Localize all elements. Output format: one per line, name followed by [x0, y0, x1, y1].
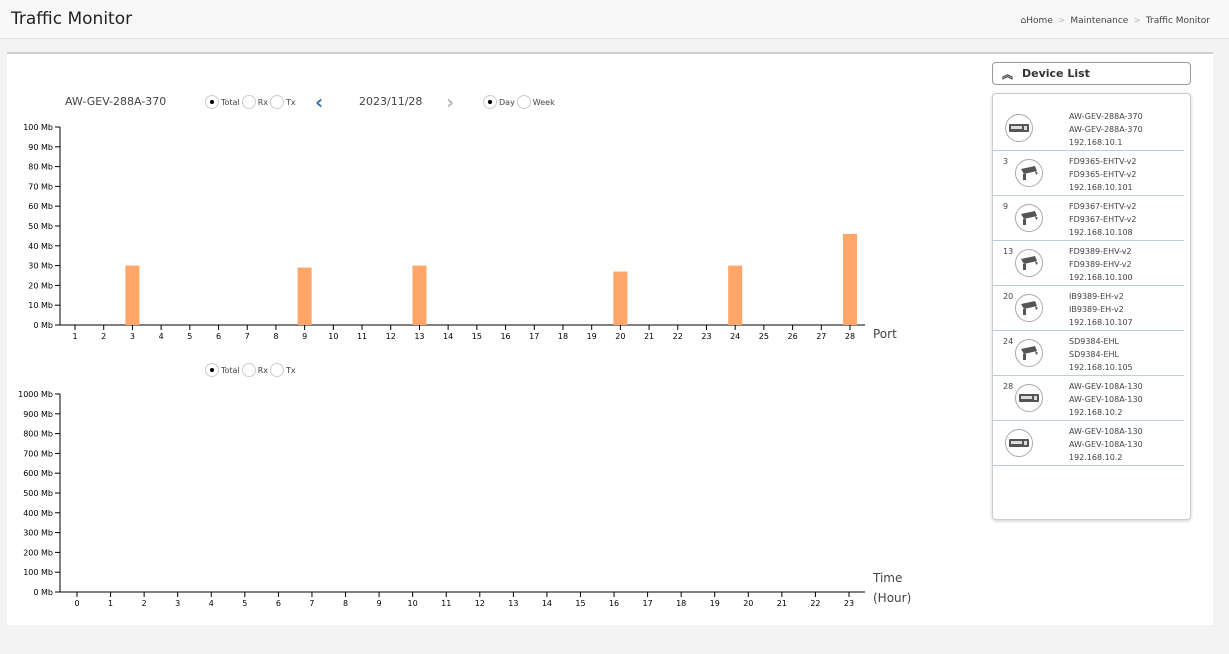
device-list-item[interactable]: 13 FD9389-EHV-v2 FD9389-EHV-v2 192.168.10.…	[993, 241, 1184, 286]
switch-icon	[1005, 429, 1033, 457]
device-list-item[interactable]: 3 FD9365-EHTV-v2 FD9365-EHTV-v2 192.168.10…	[993, 151, 1184, 196]
device-name: FD9389-EHV-v2	[1069, 260, 1132, 269]
device-name: AW-GEV-108A-130	[1069, 440, 1143, 449]
camera-icon	[1015, 294, 1043, 322]
device-name: SD9384-EHL	[1069, 350, 1120, 359]
device-model: AW-GEV-108A-130	[1069, 427, 1143, 436]
device-name: AW-GEV-288A-370	[1069, 125, 1143, 134]
device-port: 28	[1003, 382, 1014, 391]
device-list-item[interactable]: 20 IB9389-EH-v2 IB9389-EH-v2 192.168.10.10…	[993, 286, 1184, 331]
device-list: AW-GEV-288A-370 AW-GEV-288A-370 192.168.10…	[992, 93, 1191, 520]
breadcrumb: ⌂Home > Maintenance > Traffic Monitor	[1020, 16, 1210, 26]
device-list-item[interactable]: AW-GEV-108A-130 AW-GEV-108A-130 192.168.10…	[993, 421, 1184, 466]
device-port: 13	[1003, 247, 1014, 256]
breadcrumb-maintenance[interactable]: Maintenance	[1070, 16, 1128, 26]
device-list-item[interactable]: 9 FD9367-EHTV-v2 FD9367-EHTV-v2 192.168.10…	[993, 196, 1184, 241]
device-list-toggle[interactable]: ︽ Device List	[992, 62, 1191, 85]
period-radio-group: Day Week	[483, 95, 557, 109]
radio-rx-hourly[interactable]	[241, 363, 256, 377]
device-ip: 192.168.10.105	[1069, 363, 1133, 372]
device-list-item[interactable]: 24 SD9384-EHL SD9384-EHL 192.168.10.105	[993, 331, 1184, 376]
hourly-metric-radio-group: Total Rx Tx	[205, 363, 298, 377]
radio-day[interactable]	[483, 95, 497, 109]
camera-icon	[1015, 159, 1043, 187]
switch-icon	[1005, 114, 1033, 142]
page-header: Traffic Monitor ⌂Home > Maintenance > Traffi…	[0, 0, 1229, 39]
prev-date-button[interactable]: ‹	[315, 90, 323, 114]
device-ip: 192.168.10.2	[1069, 408, 1123, 417]
device-port: 3	[1003, 157, 1009, 166]
device-ip: 192.168.10.101	[1069, 183, 1133, 192]
device-list-item[interactable]: AW-GEV-288A-370 AW-GEV-288A-370 192.168.10…	[993, 106, 1184, 151]
device-port: 9	[1003, 202, 1009, 211]
device-model: AW-GEV-288A-370	[1069, 112, 1143, 121]
page-title: Traffic Monitor	[11, 9, 133, 29]
device-ip: 192.168.10.108	[1069, 228, 1133, 237]
device-ip: 192.168.10.107	[1069, 318, 1133, 327]
device-name: FD9367-EHTV-v2	[1069, 215, 1137, 224]
next-date-button[interactable]: ›	[446, 90, 454, 114]
device-model: FD9367-EHTV-v2	[1069, 202, 1137, 211]
device-list-item[interactable]: 28 AW-GEV-108A-130 AW-GEV-108A-130 192.168…	[993, 376, 1184, 421]
device-name: FD9365-EHTV-v2	[1069, 170, 1137, 179]
radio-rx[interactable]	[241, 95, 256, 109]
radio-week[interactable]	[516, 95, 531, 109]
device-name: AW-GEV-288A-370	[65, 95, 167, 108]
device-port: 24	[1003, 337, 1014, 346]
device-ip: 192.168.10.1	[1069, 138, 1123, 147]
breadcrumb-home[interactable]: Home	[1026, 16, 1053, 26]
camera-icon	[1015, 339, 1043, 367]
date-label: 2023/11/28	[359, 95, 423, 108]
radio-tx[interactable]	[269, 95, 284, 109]
metric-radio-group: Total Rx Tx	[205, 95, 298, 109]
device-model: IB9389-EH-v2	[1069, 292, 1124, 301]
device-port: 20	[1003, 292, 1014, 301]
camera-icon	[1015, 249, 1043, 277]
radio-tx-hourly[interactable]	[269, 363, 284, 377]
breadcrumb-current: Traffic Monitor	[1145, 16, 1210, 26]
device-ip: 192.168.10.2	[1069, 453, 1123, 462]
device-model: FD9365-EHTV-v2	[1069, 157, 1137, 166]
device-model: FD9389-EHV-v2	[1069, 247, 1132, 256]
device-name: AW-GEV-108A-130	[1069, 395, 1143, 404]
camera-icon	[1015, 204, 1043, 232]
device-name: IB9389-EH-v2	[1069, 305, 1124, 314]
radio-total[interactable]	[205, 95, 219, 109]
switch-icon	[1015, 384, 1043, 412]
radio-total-hourly[interactable]	[205, 363, 219, 377]
chevron-double-up-icon: ︽	[1002, 68, 1013, 81]
device-ip: 192.168.10.100	[1069, 273, 1133, 282]
device-model: SD9384-EHL	[1069, 337, 1120, 346]
device-model: AW-GEV-108A-130	[1069, 382, 1143, 391]
